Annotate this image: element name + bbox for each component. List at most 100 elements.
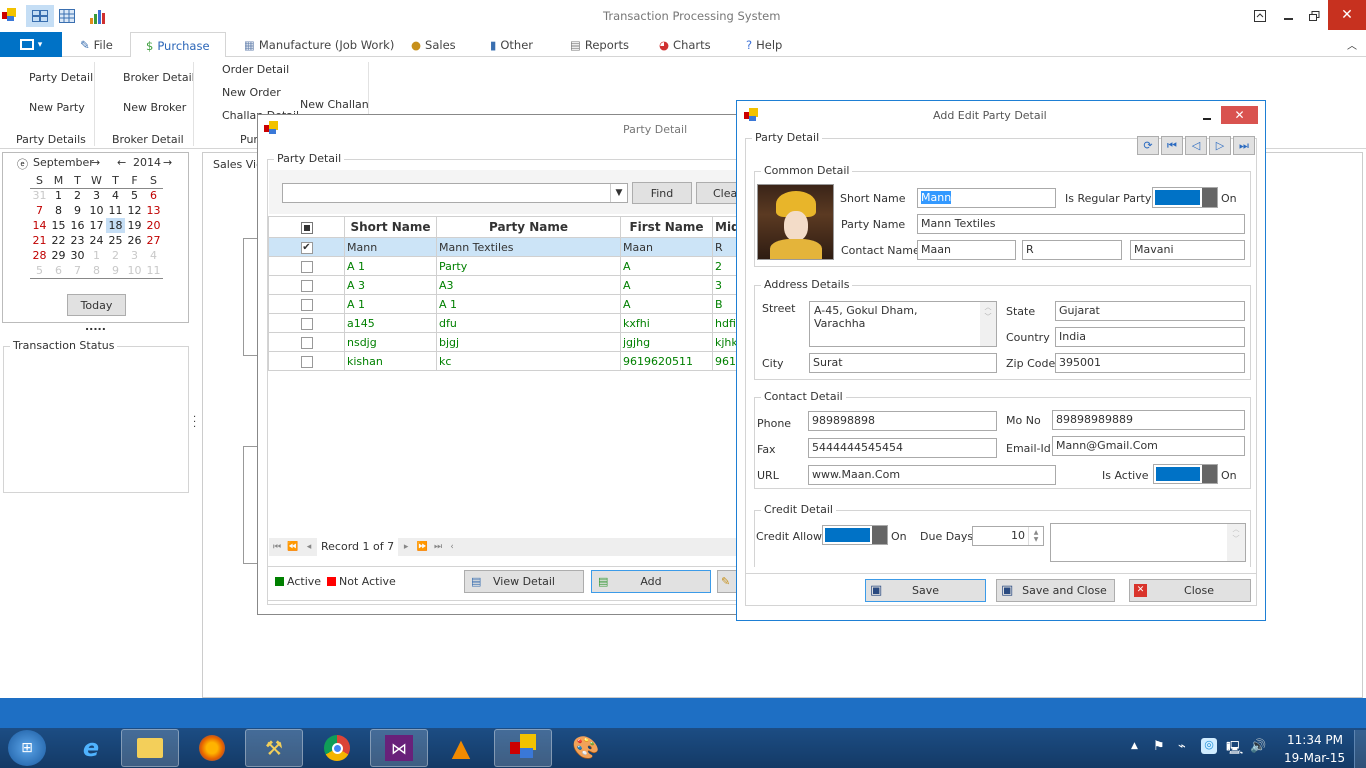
calendar-day[interactable]: 18 [106, 218, 125, 233]
calendar-day[interactable]: 8 [87, 263, 106, 279]
contact-last-input[interactable]: Mavani [1130, 240, 1245, 260]
ribbon-new-broker[interactable]: New Broker [123, 101, 186, 114]
credit-notes-input[interactable] [1050, 523, 1246, 562]
row-checkbox[interactable] [268, 294, 345, 314]
spinner-arrows-icon[interactable]: ▲ ▼ [1028, 527, 1043, 545]
show-hidden-icons[interactable]: ▲ [1131, 741, 1138, 751]
calendar-day[interactable]: 11 [106, 203, 125, 218]
calendar-day[interactable]: 4 [106, 188, 125, 203]
table-row[interactable]: kishan kc 9619620511 9619 [268, 351, 769, 371]
dialog-minimize-icon[interactable] [1199, 109, 1215, 123]
party-name-input[interactable]: Mann Textiles [917, 214, 1245, 234]
is-active-toggle[interactable] [1153, 464, 1218, 484]
calendar-day[interactable]: 6 [144, 188, 163, 203]
prev-year-button[interactable]: ← [117, 156, 126, 169]
taskbar-tools[interactable]: ⚒ [245, 729, 303, 767]
calendar-day[interactable]: 1 [49, 188, 68, 203]
first-button[interactable]: ⏮ [1161, 136, 1183, 155]
ribbon-display-icon[interactable] [1252, 8, 1268, 24]
today-button[interactable]: Today [67, 294, 126, 316]
row-checkbox[interactable] [268, 351, 345, 371]
close-window-button[interactable]: ✕ [1328, 0, 1366, 30]
taskbar-vlc[interactable]: ▲ [432, 729, 490, 767]
row-checkbox[interactable] [268, 256, 345, 276]
splitter-handle[interactable]: ..... [85, 320, 106, 333]
calendar-day[interactable]: 27 [144, 233, 163, 248]
tab-charts[interactable]: ◕ Charts [659, 32, 711, 57]
chart-view-icon[interactable] [88, 7, 106, 25]
calendar-day[interactable]: 31 [30, 188, 49, 203]
row-checkbox[interactable] [268, 313, 345, 333]
calendar-day[interactable]: 3 [87, 188, 106, 203]
tab-purchase[interactable]: $ Purchase [130, 32, 226, 58]
action-center-icon[interactable]: ⚑ [1153, 739, 1165, 754]
network-icon[interactable]: 🖳 [1226, 739, 1243, 761]
calendar-day[interactable]: 15 [49, 218, 68, 233]
table-row[interactable]: A 3 A3 A 3 [268, 275, 769, 295]
state-input[interactable]: Gujarat [1055, 301, 1245, 321]
select-all-checkbox[interactable] [268, 216, 345, 238]
calendar-day[interactable]: 21 [30, 233, 49, 248]
mobile-input[interactable]: 89898989889 [1052, 410, 1245, 430]
taskbar-ie[interactable]: e [62, 729, 120, 767]
calendar-day[interactable]: 6 [49, 263, 68, 279]
calendar-day[interactable]: 23 [68, 233, 87, 248]
chevron-down-icon[interactable]: ▼ [610, 184, 627, 202]
calendar-day[interactable]: 9 [68, 203, 87, 218]
next-year-button[interactable]: → [163, 156, 172, 169]
ribbon-new-party[interactable]: New Party [29, 101, 85, 114]
table-row[interactable]: ✔ Mann Mann Textiles Maan R [268, 237, 769, 257]
calendar-day[interactable]: 8 [49, 203, 68, 218]
zip-input[interactable]: 395001 [1055, 353, 1245, 373]
minimize-icon[interactable] [1280, 8, 1296, 24]
taskbar-firefox[interactable] [183, 729, 241, 767]
ribbon-party-detail[interactable]: Party Detail [29, 71, 93, 84]
calendar-day[interactable]: 29 [49, 248, 68, 263]
contact-first-input[interactable]: Maan [917, 240, 1016, 260]
contact-middle-input[interactable]: R [1022, 240, 1122, 260]
vertical-splitter[interactable]: · · · [193, 413, 196, 433]
next-button[interactable]: ▷ [1209, 136, 1231, 155]
notes-scrollbar[interactable]: ︿ ﹀ [1227, 524, 1245, 561]
short-name-input[interactable]: Mann [917, 188, 1056, 208]
prev-page-icon[interactable]: ⏪ [285, 542, 301, 552]
ribbon-new-order[interactable]: New Order [222, 86, 281, 99]
party-photo[interactable] [757, 184, 834, 260]
calendar-day[interactable]: 10 [125, 263, 144, 279]
col-party-name[interactable]: Party Name [436, 216, 621, 238]
calendar-day[interactable]: 28 [30, 248, 49, 263]
calendar-day[interactable]: 3 [125, 248, 144, 263]
last-record-icon[interactable]: ⏭ [430, 542, 446, 552]
taskbar-visual-studio[interactable]: ⋈ [370, 729, 428, 767]
url-input[interactable]: www.Maan.Com [808, 465, 1056, 485]
refresh-button[interactable]: ⟳ [1137, 136, 1159, 155]
taskbar-app[interactable] [494, 729, 552, 767]
street-scrollbar[interactable]: ︿ ﹀ [980, 302, 996, 346]
tab-sales[interactable]: ● Sales [411, 32, 456, 57]
country-input[interactable]: India [1055, 327, 1245, 347]
calendar-day[interactable]: 11 [144, 263, 163, 279]
row-checkbox[interactable] [268, 332, 345, 352]
table-row[interactable]: A 1 Party A 2 [268, 256, 769, 276]
next-month-button[interactable]: → [91, 156, 100, 169]
prev-month-button[interactable]: ⓔ [17, 156, 28, 172]
dialog-close-button[interactable]: ✕ [1221, 106, 1258, 124]
taskbar-explorer[interactable] [121, 729, 179, 767]
start-button[interactable]: ⊞ [8, 730, 46, 766]
restore-icon[interactable] [1306, 8, 1322, 24]
tile-view-icon[interactable] [26, 5, 54, 27]
ribbon-order-detail[interactable]: Order Detail [222, 63, 289, 76]
calendar-day[interactable]: 7 [30, 203, 49, 218]
col-first-name[interactable]: First Name [620, 216, 713, 238]
table-row[interactable]: a145 dfu kxfhi hdfih [268, 313, 769, 333]
search-combo[interactable] [282, 183, 628, 203]
city-input[interactable]: Surat [809, 353, 997, 373]
calendar-day[interactable]: 14 [30, 218, 49, 233]
calendar-day[interactable]: 4 [144, 248, 163, 263]
next-record-icon[interactable]: ▸ [398, 542, 414, 552]
row-checkbox[interactable]: ✔ [268, 237, 345, 257]
calendar-day[interactable]: 24 [87, 233, 106, 248]
tab-reports[interactable]: ▤ Reports [570, 32, 629, 57]
collapse-ribbon-icon[interactable]: ︿ [1344, 36, 1360, 52]
ribbon-broker-detail[interactable]: Broker Detail [123, 71, 195, 84]
